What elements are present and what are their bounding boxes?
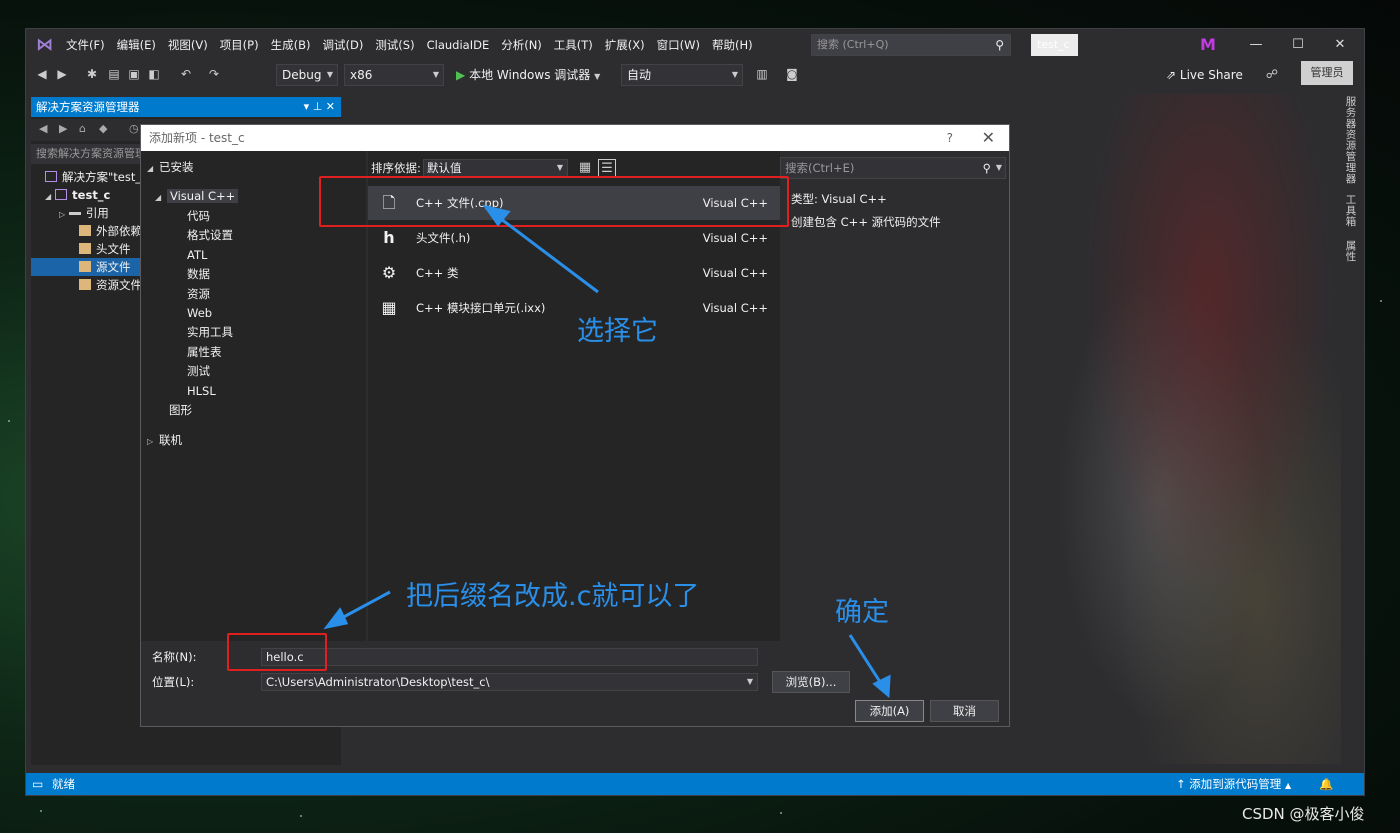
arrow-to-name-field [337, 590, 391, 622]
csdn-watermark: CSDN @极客小俊 [1242, 805, 1365, 823]
arrow-head-icon [323, 607, 349, 630]
arrow-to-add-button [848, 634, 884, 686]
arrow-to-cpp-template [496, 214, 599, 294]
annotation-change-suffix: 把后缀名改成.c就可以了 [406, 581, 700, 612]
annotation-arrows [323, 204, 891, 699]
annotation-select-it: 选择它 [577, 316, 658, 347]
annotation-confirm: 确定 [835, 597, 889, 628]
